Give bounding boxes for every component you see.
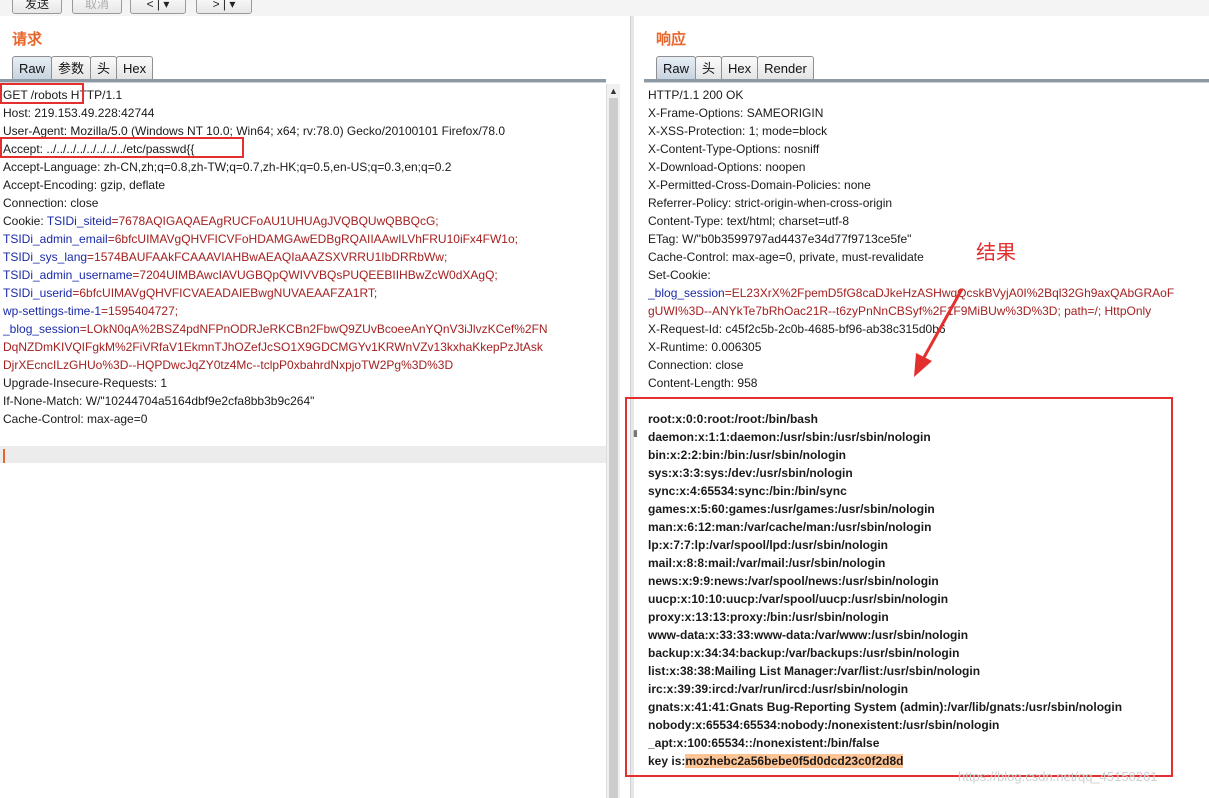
response-tabs: Raw 头 Hex Render <box>656 56 814 80</box>
cookie-name: wp-settings-time-1 <box>3 304 102 318</box>
request-tab-params[interactable]: 参数 <box>51 56 92 80</box>
request-tab-headers[interactable]: 头 <box>90 56 118 80</box>
send-button[interactable]: 发送 <box>12 0 62 14</box>
forward-button[interactable]: > | ▾ <box>196 0 252 14</box>
request-line-text: Connection: close <box>3 196 99 210</box>
response-tab-render[interactable]: Render <box>757 56 814 80</box>
response-header-text: Content-Length: 958 <box>648 376 758 390</box>
chevron-left-icon: < | ▾ <box>146 0 170 11</box>
response-header-text: Set-Cookie: <box>648 268 711 282</box>
annotation-label: 结果 <box>976 240 1016 264</box>
toolbar: 发送 取消 < | ▾ > | ▾ <box>0 0 1209 16</box>
response-header-text: Cache-Control: max-age=0, private, must-… <box>648 250 924 264</box>
request-tab-raw[interactable]: Raw <box>12 56 53 80</box>
request-line-text: Cookie: <box>3 214 47 228</box>
request-line: Upgrade-Insecure-Requests: 1 <box>3 374 603 392</box>
cookie-name: TSIDi_admin_email <box>3 232 108 246</box>
response-header-text: X-Frame-Options: SAMEORIGIN <box>648 106 824 120</box>
response-header-line: X-Download-Options: noopen <box>648 158 1209 176</box>
response-header-line: Referrer-Policy: strict-origin-when-cros… <box>648 194 1209 212</box>
request-line: If-None-Match: W/"10244704a5164dbf9e2cfa… <box>3 392 603 410</box>
cookie-value: =1574BAUFAAkFCAAAVIAHBwAEAQIaAAZSXVRRU1I… <box>87 250 448 264</box>
request-tab-hex[interactable]: Hex <box>116 56 154 80</box>
request-tabs: Raw 参数 头 Hex <box>12 56 154 80</box>
scroll-thumb[interactable] <box>609 98 618 798</box>
response-header-text: Content-Type: text/html; charset=utf-8 <box>648 214 850 228</box>
response-header-text: ETag: W/"b0b3599797ad4437e34d77f9713ce5f… <box>648 232 912 246</box>
request-line-text: User-Agent: Mozilla/5.0 (Windows NT 10.0… <box>3 124 506 138</box>
back-button[interactable]: < | ▾ <box>130 0 186 14</box>
response-tab-headers[interactable]: 头 <box>695 56 723 80</box>
response-header-text: X-Runtime: 0.006305 <box>648 340 762 354</box>
response-header-line: X-Permitted-Cross-Domain-Policies: none <box>648 176 1209 194</box>
request-line: TSIDi_admin_username=7204UIMBAwcIAVUGBQp… <box>3 266 603 284</box>
request-line-text: Accept-Encoding: gzip, deflate <box>3 178 166 192</box>
cookie-value: =6bfcUIMAVgQHVFICVFoHDAMGAwEDBgRQAIIAAwI… <box>107 232 518 246</box>
cancel-button[interactable]: 取消 <box>72 0 122 14</box>
request-line-text: Accept-Language: zh-CN,zh;q=0.8,zh-TW;q=… <box>3 160 452 174</box>
request-line: Accept-Encoding: gzip, deflate <box>3 176 603 194</box>
cookie-name: TSIDi_sys_lang <box>3 250 88 264</box>
request-line: Accept-Language: zh-CN,zh;q=0.8,zh-TW;q=… <box>3 158 603 176</box>
cookie-value: =7204UIMBAwcIAVUGBQpQWIVVBQsPUQEEBIIHBwZ… <box>132 268 498 282</box>
request-editor[interactable]: GET /robots HTTP/1.1 Host: 219.153.49.228… <box>0 82 606 798</box>
cookie-value: =LOkN0qA%2BSZ4pdNFPnODRJeRKCBn2FbwQ9ZUvB… <box>79 322 548 336</box>
request-line: GET /robots HTTP/1.1 <box>3 86 603 104</box>
request-line: Cookie: TSIDi_siteid=7678AQIGAQAEAgRUCFo… <box>3 212 603 230</box>
request-line: _blog_session=LOkN0qA%2BSZ4pdNFPnODRJeRK… <box>3 320 603 338</box>
request-line: TSIDi_userid=6bfcUIMAVgQHVFICVAEADAIEBwg… <box>3 284 603 302</box>
response-header-line: X-Frame-Options: SAMEORIGIN <box>648 104 1209 122</box>
highlight-box-request-line <box>0 83 84 104</box>
request-line: DjrXEcncILzGHUo%3D--HQPDwcJqZY0tz4Mc--tc… <box>3 356 603 374</box>
response-header-line: X-Content-Type-Options: nosniff <box>648 140 1209 158</box>
highlight-box-result <box>625 397 1173 777</box>
request-title: 请求 <box>12 30 43 48</box>
response-header-text: Referrer-Policy: strict-origin-when-cros… <box>648 196 893 210</box>
cookie-name: TSIDi_siteid <box>46 214 112 228</box>
response-header-line: Set-Cookie: <box>648 266 1209 284</box>
cookie-value: =1595404727; <box>101 304 179 318</box>
chevron-right-icon: > | ▾ <box>212 0 236 11</box>
cursor-line <box>0 446 606 463</box>
request-line: DqNZDmKIVQIFgkM%2FiVRfaV1EkmnTJhOZefJcSO… <box>3 338 603 356</box>
response-header-text: X-Content-Type-Options: nosniff <box>648 142 820 156</box>
cookie-name: _blog_session <box>3 322 80 336</box>
response-header-line: Cache-Control: max-age=0, private, must-… <box>648 248 1209 266</box>
request-line-text: Upgrade-Insecure-Requests: 1 <box>3 376 168 390</box>
cookie-value: DqNZDmKIVQIFgkM%2FiVRfaV1EkmnTJhOZefJcSO… <box>3 340 543 354</box>
request-line: Cache-Control: max-age=0 <box>3 410 603 428</box>
response-header-text: Connection: close <box>648 358 744 372</box>
annotation-arrow-icon <box>914 288 964 377</box>
response-header-line: HTTP/1.1 200 OK <box>648 86 1209 104</box>
request-line: wp-settings-time-1=1595404727; <box>3 302 603 320</box>
scroll-up-icon[interactable]: ▲ <box>609 86 618 96</box>
text-cursor <box>3 449 5 463</box>
response-header-text: X-Permitted-Cross-Domain-Policies: none <box>648 178 871 192</box>
request-line-text: Cache-Control: max-age=0 <box>3 412 148 426</box>
watermark: https://blog.csdn.net/qq_45158261 <box>958 769 1158 784</box>
request-line-text: Host: 219.153.49.228:42744 <box>3 106 155 120</box>
set-cookie-name: _blog_session <box>648 286 725 300</box>
cookie-value: =7678AQIGAQAEAgRUCFoAU1UHUAgJVQBQUwQBBQc… <box>111 214 439 228</box>
response-title: 响应 <box>656 30 687 48</box>
cookie-name: TSIDi_admin_username <box>3 268 133 282</box>
highlight-box-accept-header <box>0 137 244 158</box>
response-tab-hex[interactable]: Hex <box>721 56 759 80</box>
cookie-value: =6bfcUIMAVgQHVFICVAEADAIEBwgNUVAEAAFZA1R… <box>72 286 378 300</box>
request-line-text: If-None-Match: W/"10244704a5164dbf9e2cfa… <box>3 394 315 408</box>
response-header-line: X-XSS-Protection: 1; mode=block <box>648 122 1209 140</box>
response-header-text: X-Download-Options: noopen <box>648 160 806 174</box>
response-header-line: ETag: W/"b0b3599797ad4437e34d77f9713ce5f… <box>648 230 1209 248</box>
response-tab-raw[interactable]: Raw <box>656 56 697 80</box>
response-header-text: HTTP/1.1 200 OK <box>648 88 744 102</box>
request-line: Host: 219.153.49.228:42744 <box>3 104 603 122</box>
request-line: TSIDi_sys_lang=1574BAUFAAkFCAAAVIAHBwAEA… <box>3 248 603 266</box>
response-header-line: Content-Type: text/html; charset=utf-8 <box>648 212 1209 230</box>
request-line: TSIDi_admin_email=6bfcUIMAVgQHVFICVFoHDA… <box>3 230 603 248</box>
cookie-value: DjrXEcncILzGHUo%3D--HQPDwcJqZY0tz4Mc--tc… <box>3 358 454 372</box>
response-header-text: X-XSS-Protection: 1; mode=block <box>648 124 828 138</box>
cookie-name: TSIDi_userid <box>3 286 73 300</box>
request-scrollbar[interactable]: ▲ <box>606 84 620 798</box>
request-line: Connection: close <box>3 194 603 212</box>
